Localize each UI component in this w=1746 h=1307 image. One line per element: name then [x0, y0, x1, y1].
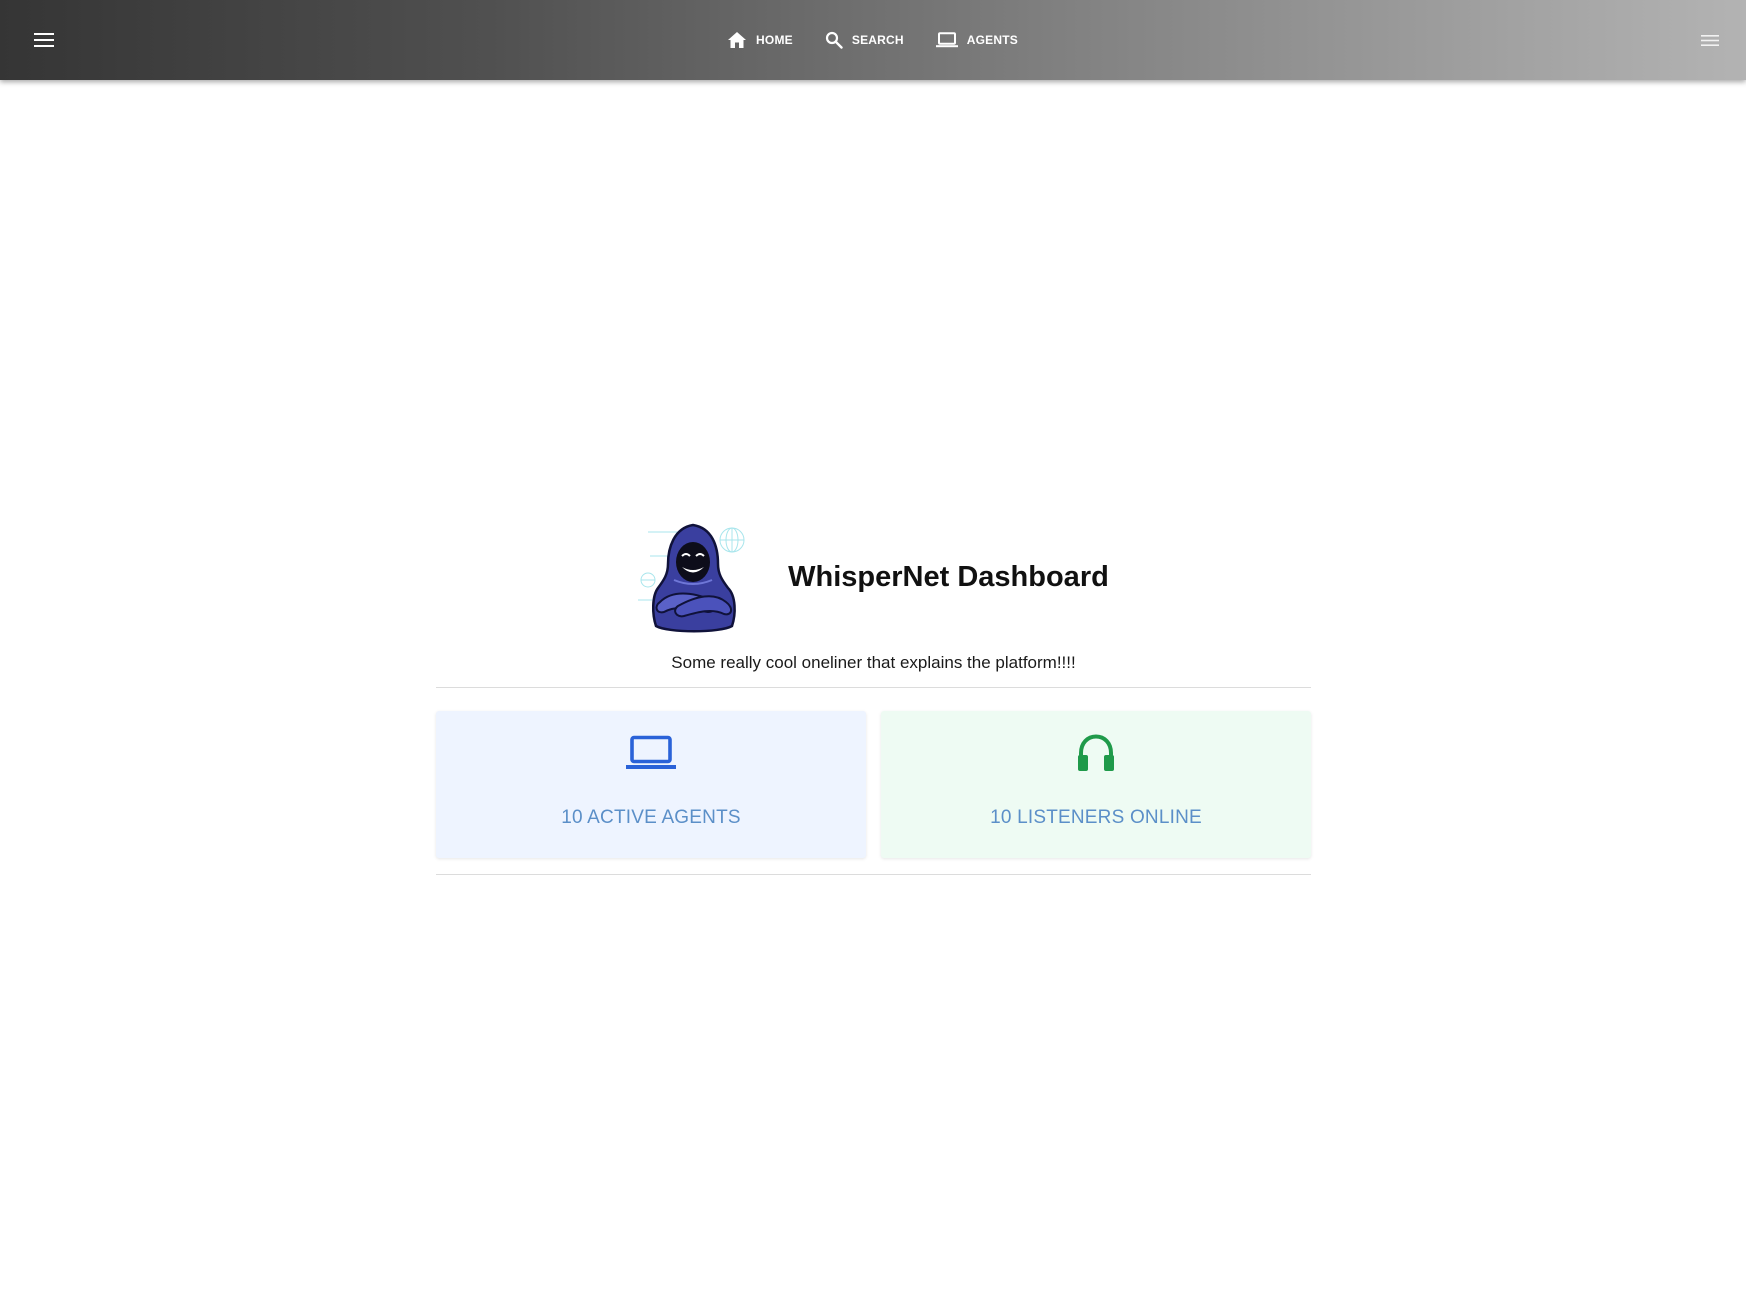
- page-title: WhisperNet Dashboard: [788, 561, 1109, 593]
- nav-home[interactable]: HOME: [711, 0, 809, 80]
- listeners-online-card[interactable]: 10 LISTENERS ONLINE: [881, 711, 1311, 858]
- active-agents-label: 10 ACTIVE AGENTS: [561, 807, 741, 828]
- search-icon: [825, 31, 843, 49]
- divider-top: [436, 687, 1311, 688]
- divider-bottom: [436, 874, 1311, 875]
- stat-cards: 10 ACTIVE AGENTS 10 LISTENERS ONLINE: [436, 711, 1311, 858]
- headphones-icon: [1076, 729, 1116, 777]
- nav-search-label: SEARCH: [851, 33, 904, 47]
- app-bar: HOME SEARCH AGENTS: [0, 0, 1746, 80]
- listeners-online-label: 10 LISTENERS ONLINE: [990, 807, 1202, 828]
- nav-home-label: HOME: [756, 33, 793, 47]
- laptop-icon: [935, 32, 958, 48]
- hooded-hacker-logo: [638, 523, 745, 632]
- nav-agents[interactable]: AGENTS: [920, 0, 1034, 80]
- top-nav: HOME SEARCH AGENTS: [0, 0, 1746, 80]
- dashboard-content: WhisperNet Dashboard Some really cool on…: [436, 520, 1311, 875]
- home-icon: [728, 32, 747, 48]
- hero: WhisperNet Dashboard: [436, 520, 1311, 635]
- nav-agents-label: AGENTS: [966, 33, 1018, 47]
- menu-icon[interactable]: [1694, 24, 1726, 56]
- laptop-icon: [626, 729, 676, 777]
- nav-search[interactable]: SEARCH: [809, 0, 920, 80]
- tagline: Some really cool oneliner that explains …: [671, 653, 1076, 672]
- active-agents-card[interactable]: 10 ACTIVE AGENTS: [436, 711, 866, 858]
